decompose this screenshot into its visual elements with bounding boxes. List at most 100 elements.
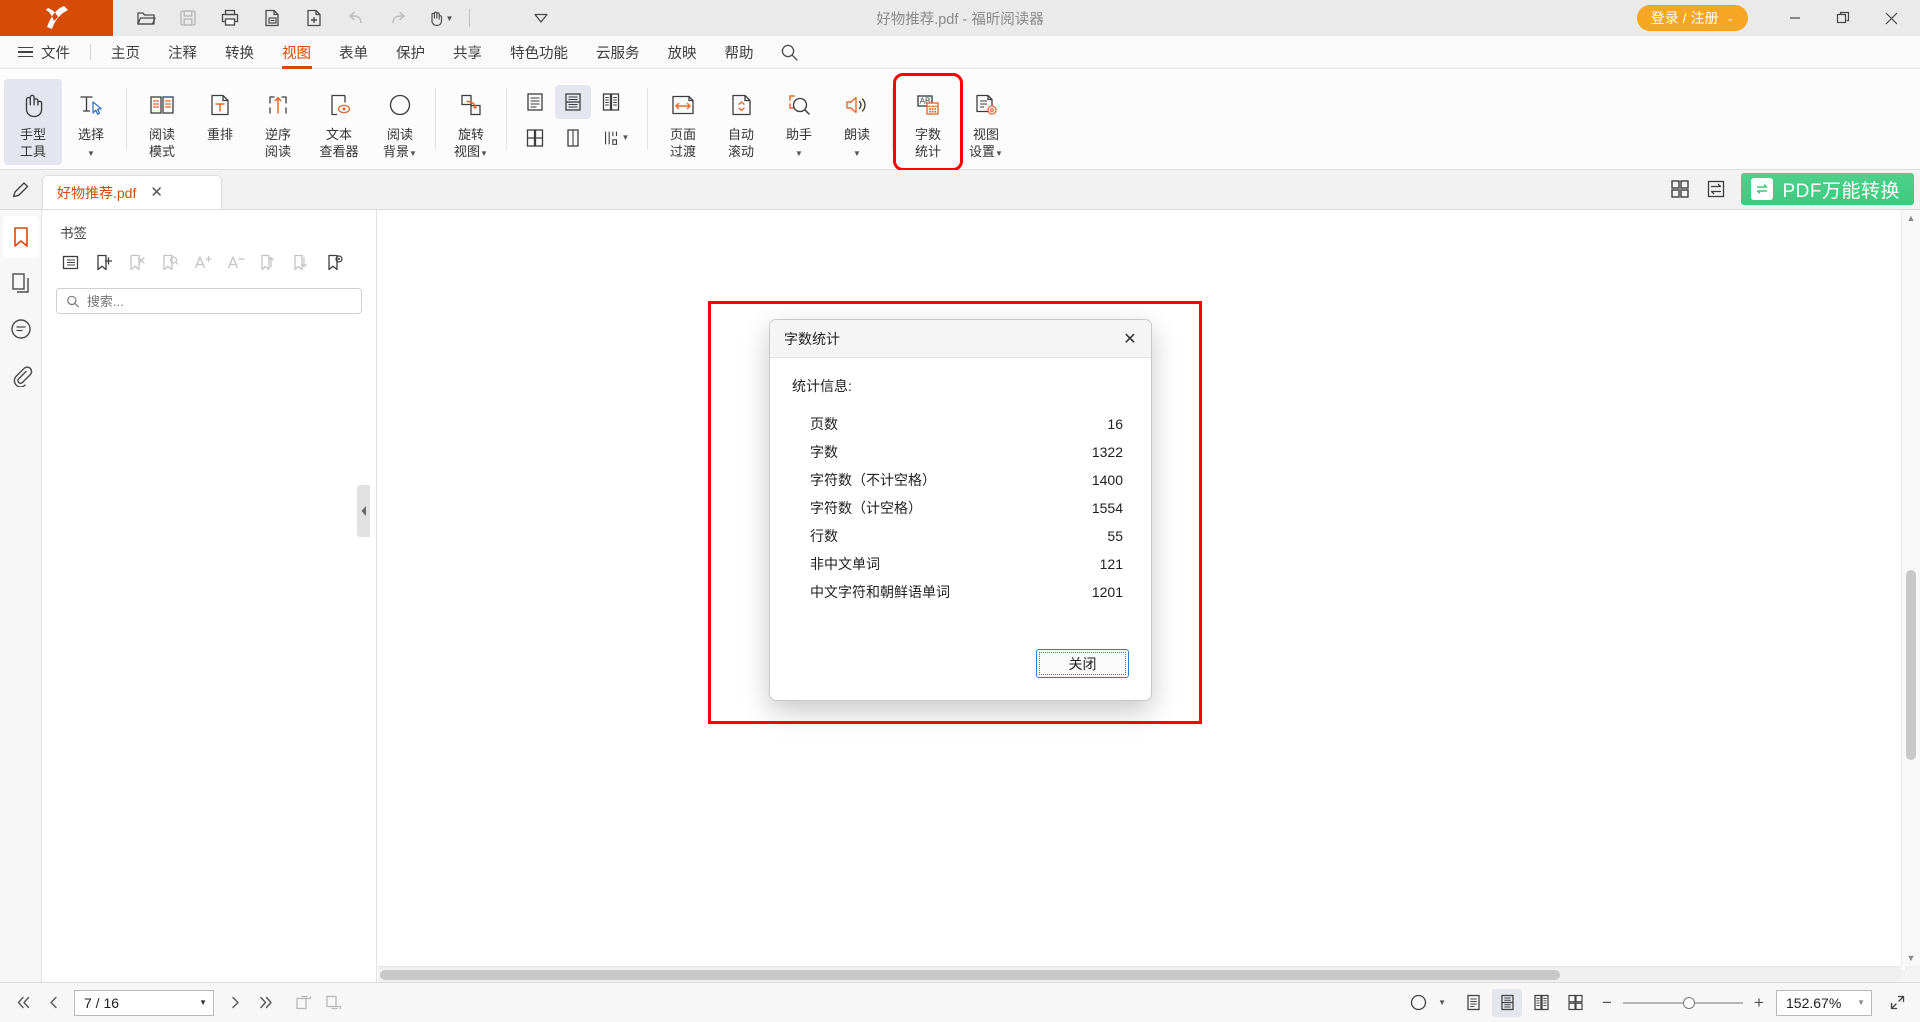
ribbon-divider <box>126 88 127 150</box>
separate-cover-icon[interactable] <box>555 121 591 155</box>
reading-mode-button[interactable]: 阅读 模式 <box>133 79 191 165</box>
bookmark-options-icon[interactable] <box>320 248 349 276</box>
text-viewer-button[interactable]: 文本 查看器 <box>307 79 371 165</box>
zoom-out-button[interactable]: − <box>1600 993 1614 1013</box>
page-number-input[interactable]: 7 / 16 ▼ <box>74 990 214 1016</box>
zoom-in-button[interactable]: + <box>1752 993 1766 1013</box>
new-page-icon[interactable] <box>297 3 331 33</box>
menu-item-protect[interactable]: 保护 <box>382 36 439 69</box>
copy-page-icon[interactable] <box>255 3 289 33</box>
rotate-view-button[interactable]: 旋转 视图▼ <box>442 79 500 165</box>
close-button[interactable] <box>1868 0 1914 36</box>
chevron-down-icon[interactable]: ▼ <box>622 133 630 142</box>
vertical-scroll-thumb[interactable] <box>1906 570 1916 760</box>
split-view-icon[interactable]: ▼ <box>593 121 637 155</box>
first-page-button[interactable] <box>8 989 38 1017</box>
reverse-read-button[interactable]: 逆序 阅读 <box>249 79 307 165</box>
menu-item-share[interactable]: 共享 <box>439 36 496 69</box>
minimize-button[interactable] <box>1772 0 1818 36</box>
zoom-track[interactable] <box>1623 1002 1743 1004</box>
horizontal-scroll-thumb[interactable] <box>380 970 1560 980</box>
stat-row: 字符数（计空格） 1554 <box>792 494 1129 522</box>
pdf-convert-button[interactable]: PDF万能转换 <box>1741 173 1914 205</box>
close-icon[interactable]: ✕ <box>150 185 163 200</box>
customize-toolbar-icon[interactable] <box>524 3 558 33</box>
assistant-button[interactable]: 助手▼ <box>770 79 828 165</box>
login-register-button[interactable]: 登录 / 注册 ⌄ <box>1637 5 1748 31</box>
expand-bookmarks-icon <box>254 248 283 276</box>
ribbon-group-navigation: 页面 过渡 自动 滚动 助手▼ 朗读▼ <box>654 69 886 170</box>
hand-tool-icon[interactable]: ▼ <box>423 3 457 33</box>
chevron-down-icon[interactable]: ▼ <box>1438 998 1446 1007</box>
sidebar-item-comments[interactable] <box>3 308 39 350</box>
two-page-continuous-icon[interactable] <box>517 121 553 155</box>
next-page-button[interactable] <box>220 989 250 1017</box>
last-page-button[interactable] <box>250 989 280 1017</box>
open-file-icon[interactable] <box>129 3 163 33</box>
menu-item-form[interactable]: 表单 <box>325 36 382 69</box>
menu-item-cloud[interactable]: 云服务 <box>582 36 654 69</box>
vertical-scrollbar[interactable]: ▲ ▼ <box>1901 210 1920 966</box>
menu-item-presentation[interactable]: 放映 <box>654 36 711 69</box>
single-page-view-icon[interactable] <box>1458 989 1488 1017</box>
theme-icon[interactable] <box>1403 989 1433 1017</box>
select-tool-button[interactable]: 选择▼ <box>62 79 120 165</box>
zoom-knob[interactable] <box>1683 997 1695 1009</box>
zoom-level-input[interactable]: 152.67% ▼ <box>1776 990 1872 1016</box>
chevron-down-icon[interactable]: ▼ <box>199 998 207 1007</box>
add-bookmark-icon[interactable] <box>89 248 118 276</box>
dialog-close-icon[interactable]: ✕ <box>1109 320 1151 358</box>
word-count-button[interactable]: AB 字数 统计 <box>899 79 957 165</box>
bookmark-list-icon[interactable] <box>56 248 85 276</box>
compare-icon[interactable] <box>1705 178 1727 200</box>
dialog-close-button[interactable]: 关闭 <box>1036 649 1129 678</box>
zoom-slider[interactable]: − + <box>1600 993 1766 1013</box>
sidebar-item-bookmarks[interactable] <box>3 216 39 258</box>
sidebar-item-attachments[interactable] <box>3 354 39 396</box>
hamburger-menu-icon[interactable] <box>18 47 33 58</box>
menu-item-file[interactable]: 文件 <box>41 36 84 69</box>
rotate-page-left-icon[interactable] <box>288 989 318 1017</box>
print-icon[interactable] <box>213 3 247 33</box>
fullscreen-icon[interactable] <box>1882 989 1912 1017</box>
four-page-view-icon[interactable] <box>1560 989 1590 1017</box>
maximize-restore-button[interactable] <box>1820 0 1866 36</box>
dialog-title-bar: 字数统计 ✕ <box>770 320 1151 358</box>
single-page-icon[interactable] <box>517 85 553 119</box>
view-settings-button[interactable]: 视图 设置▼ <box>957 79 1015 165</box>
menu-item-help[interactable]: 帮助 <box>711 36 768 69</box>
menu-item-home[interactable]: 主页 <box>97 36 154 69</box>
search-input[interactable] <box>87 294 352 309</box>
scroll-down-arrow-icon[interactable]: ▼ <box>1902 950 1920 966</box>
document-tab[interactable]: 好物推荐.pdf ✕ <box>42 175 222 209</box>
pen-icon[interactable] <box>0 169 42 209</box>
horizontal-scrollbar[interactable] <box>378 966 1901 982</box>
continuous-page-icon[interactable] <box>555 85 591 119</box>
chevron-down-icon[interactable]: ▼ <box>446 14 454 23</box>
chevron-down-icon[interactable]: ▼ <box>1857 998 1865 1007</box>
sidebar-item-pages[interactable] <box>3 262 39 304</box>
bookmark-search-box[interactable] <box>56 288 362 314</box>
menu-item-features[interactable]: 特色功能 <box>496 36 582 69</box>
menu-item-convert[interactable]: 转换 <box>211 36 268 69</box>
read-aloud-button[interactable]: 朗读▼ <box>828 79 886 165</box>
rotate-page-right-icon[interactable] <box>318 989 348 1017</box>
menu-item-comment[interactable]: 注释 <box>154 36 211 69</box>
continuous-view-icon[interactable] <box>1492 989 1522 1017</box>
prev-page-button[interactable] <box>38 989 68 1017</box>
toolbar-divider <box>469 9 470 27</box>
menu-item-view[interactable]: 视图 <box>268 36 325 69</box>
panel-collapse-handle[interactable] <box>357 485 370 537</box>
reflow-button[interactable]: 重排 <box>191 79 249 165</box>
scroll-up-arrow-icon[interactable]: ▲ <box>1902 210 1920 226</box>
menu-search-icon[interactable] <box>780 43 799 62</box>
auto-scroll-button[interactable]: 自动 滚动 <box>712 79 770 165</box>
two-page-view-icon[interactable] <box>1526 989 1556 1017</box>
grid-view-icon[interactable] <box>1669 178 1691 200</box>
save-icon[interactable] <box>171 3 205 33</box>
two-page-icon[interactable] <box>593 85 629 119</box>
reading-background-button[interactable]: 阅读 背景▼ <box>371 79 429 165</box>
hand-tool-button[interactable]: 手型 工具 <box>4 79 62 165</box>
paperclip-icon <box>9 363 33 387</box>
page-transition-button[interactable]: 页面 过渡 <box>654 79 712 165</box>
